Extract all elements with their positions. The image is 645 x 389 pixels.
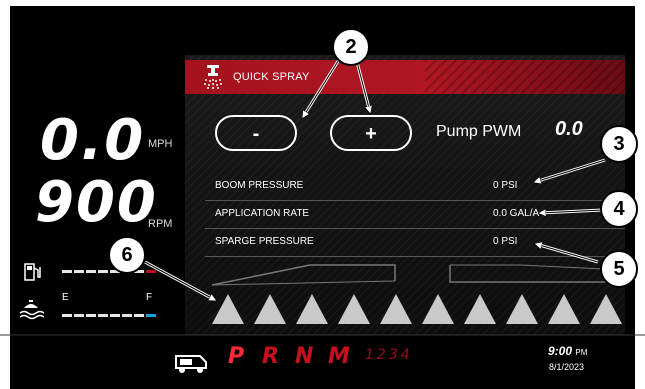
callout-4: 4 bbox=[600, 190, 638, 228]
callout-3: 3 bbox=[600, 125, 638, 163]
callout-arrows bbox=[144, 57, 606, 389]
callout-2: 2 bbox=[332, 28, 370, 66]
callout-6: 6 bbox=[108, 236, 146, 274]
callout-5: 5 bbox=[600, 250, 638, 288]
